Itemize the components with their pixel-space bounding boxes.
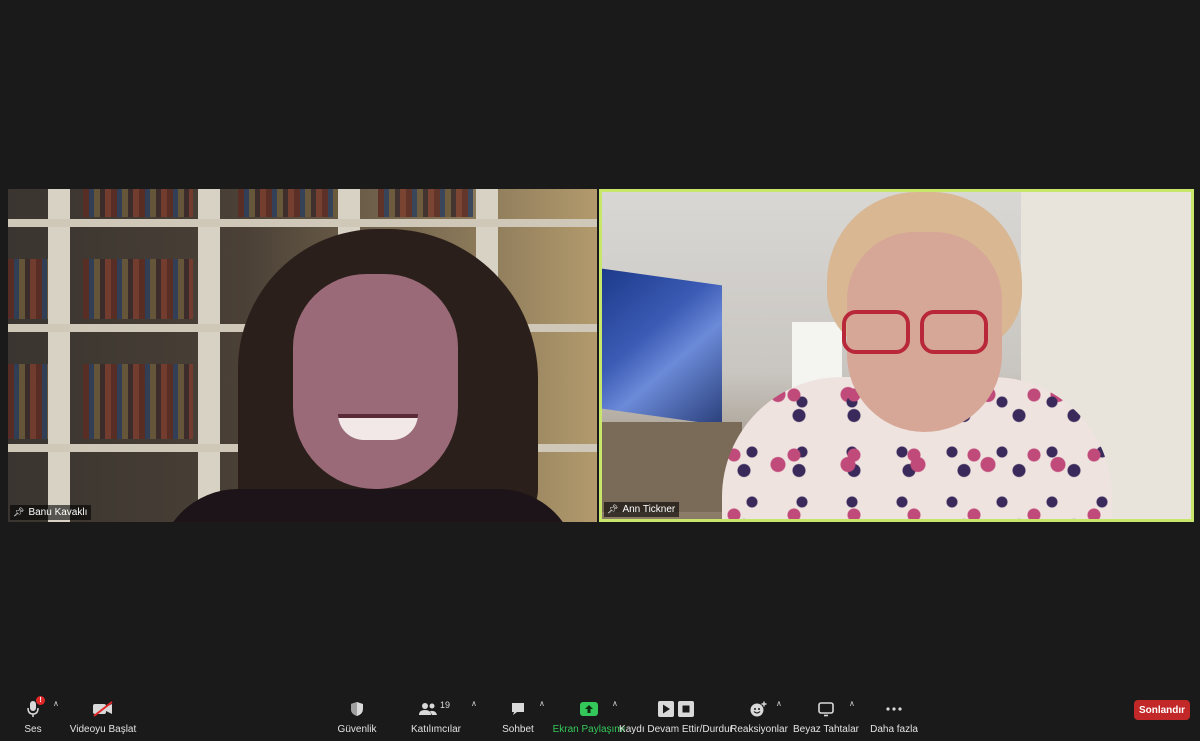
chat-label: Sohbet (502, 724, 534, 735)
whiteboards-options-caret-icon[interactable]: ∧ (849, 699, 855, 708)
participants-button[interactable]: 19 Katılımcılar (411, 693, 462, 735)
record-label: Kaydı Devam Ettir/Durdur (619, 724, 733, 735)
whiteboards-button[interactable]: Beyaz Tahtalar (793, 693, 859, 735)
start-video-button[interactable]: Videoyu Başlat (69, 693, 137, 735)
chat-options-caret-icon[interactable]: ∧ (539, 699, 545, 708)
video-feed (602, 192, 1191, 519)
audio-label: Ses (24, 724, 42, 735)
end-meeting-button[interactable]: Sonlandır (1134, 700, 1190, 720)
video-tile-ann[interactable]: 📌︎ Ann Tickner (599, 189, 1194, 522)
more-label: Daha fazla (870, 724, 918, 735)
video-label: Videoyu Başlat (69, 724, 137, 735)
reactions-options-caret-icon[interactable]: ∧ (776, 699, 782, 708)
video-off-icon (92, 700, 114, 718)
participant-video-person (158, 229, 578, 522)
meeting-toolbar: ! Ses ∧ Videoyu Başlat Güvenlik 19 Katıl… (0, 689, 1200, 741)
alert-badge: ! (36, 696, 45, 705)
shield-icon (350, 700, 364, 718)
more-button[interactable]: Daha fazla (870, 693, 918, 735)
microphone-icon: ! (26, 696, 45, 718)
emoji-add-icon (750, 700, 768, 718)
participants-options-caret-icon[interactable]: ∧ (471, 699, 477, 708)
security-button[interactable]: Güvenlik (336, 693, 378, 735)
participant-name: Ann Tickner (622, 504, 676, 515)
audio-button[interactable]: ! Ses (18, 693, 48, 735)
pin-icon: 📌︎ (607, 504, 619, 514)
chat-button[interactable]: Sohbet (500, 693, 536, 735)
participant-name-tag: 📌︎ Banu Kavaklı (10, 505, 92, 520)
participant-name: Banu Kavaklı (28, 507, 88, 518)
people-icon: 19 (416, 700, 456, 718)
stop-icon (678, 701, 694, 717)
share-options-caret-icon[interactable]: ∧ (612, 699, 618, 708)
record-resume-stop-button[interactable]: Kaydı Devam Ettir/Durdur (619, 693, 733, 735)
video-feed (8, 189, 597, 522)
audio-options-caret-icon[interactable]: ∧ (53, 699, 59, 708)
participant-name-tag: 📌︎ Ann Tickner (604, 502, 680, 517)
pin-icon: 📌︎ (13, 507, 25, 517)
play-icon (658, 701, 674, 717)
security-label: Güvenlik (337, 724, 377, 735)
participants-label: Katılımcılar (411, 724, 462, 735)
whiteboards-label: Beyaz Tahtalar (793, 724, 859, 735)
participant-video-person (712, 192, 1132, 519)
participants-count: 19 (440, 700, 451, 710)
chat-bubble-icon (510, 700, 526, 718)
share-screen-icon (580, 700, 598, 718)
more-dots-icon (886, 700, 902, 718)
share-label: Ekran Paylaşımı (552, 724, 626, 735)
whiteboard-icon (818, 700, 834, 718)
record-controls-icon (658, 700, 694, 718)
video-tile-banu[interactable]: 📌︎ Banu Kavaklı (8, 189, 597, 522)
reactions-label: Reaksiyonlar (730, 724, 788, 735)
